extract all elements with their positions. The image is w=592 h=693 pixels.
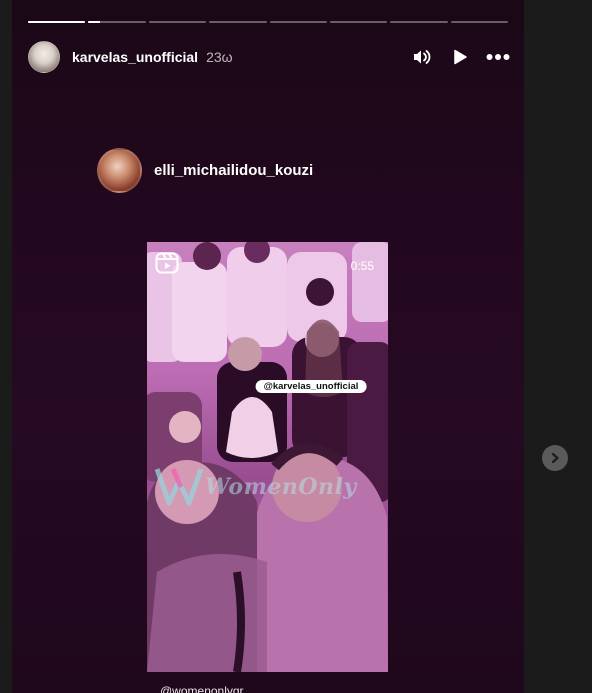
repost-username[interactable]: elli_michailidou_kouzi xyxy=(154,162,313,179)
play-icon[interactable] xyxy=(448,45,472,69)
reel-preview[interactable]: 0:55 @karvelas_unofficial WomenOnly xyxy=(147,242,388,672)
progress-segment xyxy=(148,21,207,23)
progress-segment xyxy=(329,21,388,23)
story-header: karvelas_unofficial 23ω xyxy=(28,40,510,74)
speaker-icon[interactable] xyxy=(410,45,434,69)
progress-segment xyxy=(450,21,508,23)
progress-segment xyxy=(28,21,86,23)
watermark-text: WomenOnly xyxy=(205,474,357,500)
watermark: WomenOnly xyxy=(155,467,357,507)
story-card: karvelas_unofficial 23ω elli_michailidou… xyxy=(12,0,524,693)
progress-segment-fill xyxy=(28,21,86,23)
womenonly-logo-icon xyxy=(155,467,203,506)
author-avatar[interactable] xyxy=(28,41,60,73)
story-progress-bar xyxy=(28,21,508,24)
story-timestamp: 23ω xyxy=(206,49,233,65)
next-story-button[interactable] xyxy=(542,445,568,471)
progress-segment-fill xyxy=(88,21,100,23)
reel-credit[interactable]: @womenonlygr xyxy=(160,684,244,693)
mention-tag[interactable]: @karvelas_unofficial xyxy=(255,380,367,393)
repost-avatar[interactable] xyxy=(97,148,142,193)
repost-header: elli_michailidou_kouzi xyxy=(97,148,313,193)
progress-segment xyxy=(209,21,267,23)
author-username[interactable]: karvelas_unofficial xyxy=(72,49,198,65)
reel-video-frame xyxy=(147,242,388,672)
progress-segment xyxy=(269,21,327,23)
reel-duration: 0:55 xyxy=(350,259,374,273)
reels-icon xyxy=(155,252,179,274)
story-controls xyxy=(410,45,510,69)
progress-segment xyxy=(390,21,448,23)
more-icon[interactable] xyxy=(486,45,510,69)
chevron-right-icon xyxy=(551,452,559,464)
progress-segment xyxy=(88,21,146,23)
